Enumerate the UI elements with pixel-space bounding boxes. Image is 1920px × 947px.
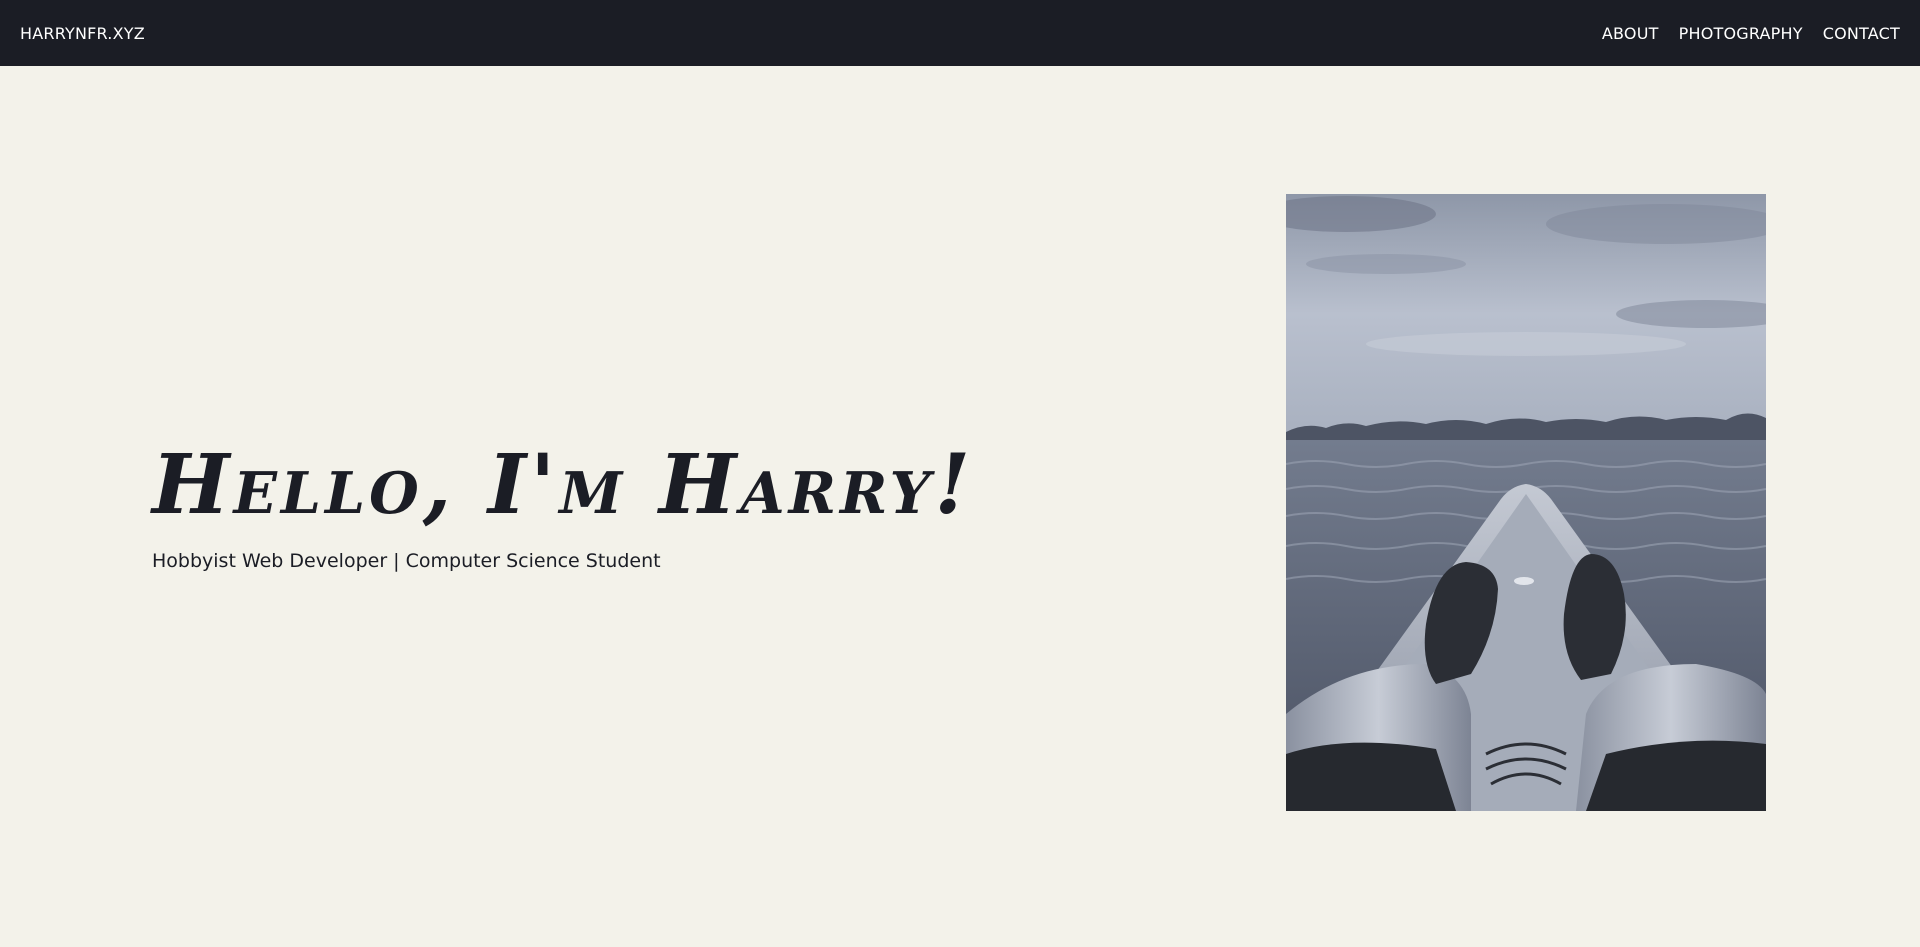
top-navbar: HARRYNFR.XYZ ABOUT PHOTOGRAPHY CONTACT — [0, 0, 1920, 66]
nav-link-photography[interactable]: PHOTOGRAPHY — [1679, 24, 1803, 43]
nav-link-contact[interactable]: CONTACT — [1823, 24, 1900, 43]
hero-section: Hello, I'm Harry! Hobbyist Web Developer… — [0, 66, 1920, 947]
hero-title: Hello, I'm Harry! — [152, 437, 975, 533]
nav-link-about[interactable]: ABOUT — [1602, 24, 1659, 43]
hero-photo-kayak — [1286, 194, 1766, 811]
nav-links: ABOUT PHOTOGRAPHY CONTACT — [1602, 24, 1900, 43]
site-brand-link[interactable]: HARRYNFR.XYZ — [20, 24, 145, 43]
hero-text: Hello, I'm Harry! Hobbyist Web Developer… — [152, 444, 1052, 572]
hero-subtitle: Hobbyist Web Developer | Computer Scienc… — [152, 550, 661, 572]
